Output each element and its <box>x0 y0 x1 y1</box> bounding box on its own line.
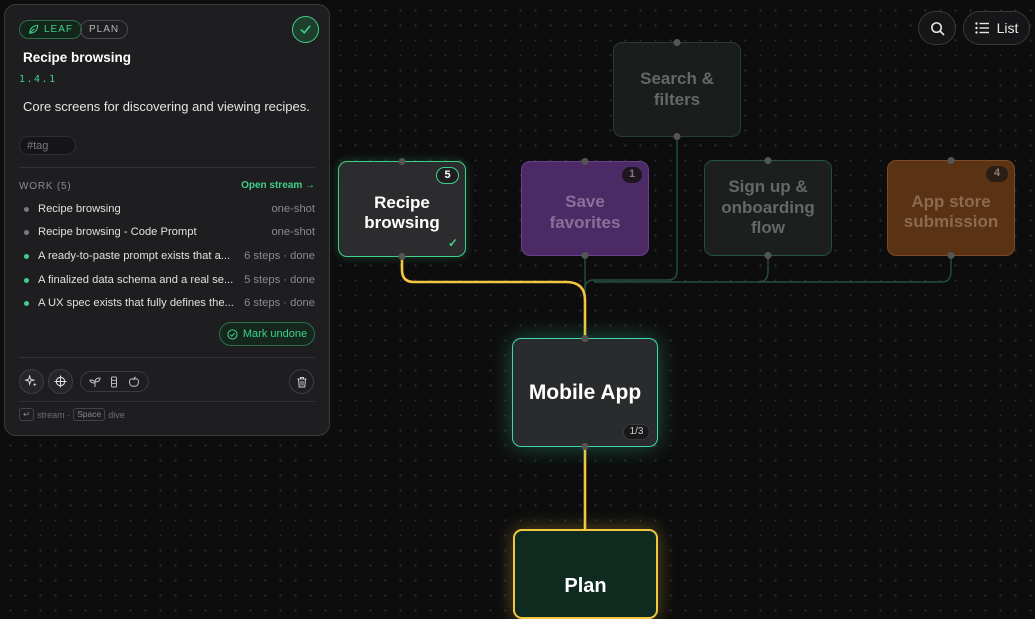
node-mobile-app[interactable]: Mobile App 1/3 <box>512 335 658 450</box>
work-count-badge: 5 <box>436 167 459 184</box>
work-count-badge: 4 <box>986 166 1008 182</box>
node-port <box>398 158 406 165</box>
node-port <box>581 335 589 342</box>
check-icon <box>300 25 311 34</box>
status-dot <box>24 300 29 306</box>
node-port <box>581 252 589 259</box>
work-item-meta: 6 steps · done <box>244 250 315 262</box>
apple-icon[interactable] <box>128 376 140 388</box>
node-port <box>947 157 955 164</box>
mark-undone-label: Mark undone <box>242 328 308 340</box>
tool-group <box>80 371 149 392</box>
work-item-text: A UX spec exists that fully defines the.… <box>38 297 234 309</box>
search-button[interactable] <box>918 11 956 45</box>
divider <box>19 401 315 402</box>
panel-description: Core screens for discovering and viewing… <box>23 99 310 114</box>
branch-button[interactable] <box>48 369 73 394</box>
plan-chip[interactable]: PLAN <box>80 20 129 39</box>
space-key: Space <box>73 408 106 421</box>
node-app-store-submission[interactable]: App store submission 4 <box>887 157 1015 259</box>
work-item-text: Recipe browsing <box>38 203 121 215</box>
done-check-icon: ✓ <box>447 235 458 250</box>
node-signup-onboarding[interactable]: Sign up & onboarding flow <box>704 157 832 259</box>
hint-dive: dive <box>108 409 125 420</box>
status-dot <box>24 206 29 212</box>
divider <box>19 167 315 168</box>
open-stream-link[interactable]: Open stream → <box>241 180 315 191</box>
node-label: Save favorites <box>549 192 621 232</box>
node-port <box>581 158 589 165</box>
divider <box>19 357 315 358</box>
node-port <box>673 39 681 46</box>
node-label: Search & filters <box>640 69 714 109</box>
leaf-chip: LEAF <box>19 20 83 39</box>
work-item-text: A ready-to-paste prompt exists that a... <box>38 250 231 262</box>
panel-title: Recipe browsing <box>23 50 132 65</box>
work-item-meta: one-shot <box>271 226 315 238</box>
node-port <box>398 253 406 260</box>
hint-stream: stream · <box>37 409 71 420</box>
work-header: WORK (5) <box>19 181 72 192</box>
status-dot <box>24 277 29 283</box>
work-item-meta: 6 steps · done <box>244 297 315 309</box>
list-view-button[interactable]: List <box>963 11 1030 45</box>
node-plan[interactable]: Plan <box>513 529 658 619</box>
active-edge-recipe <box>400 257 587 340</box>
search-icon <box>930 21 944 35</box>
delete-button[interactable] <box>289 369 314 394</box>
node-port <box>764 157 772 164</box>
grid-icon[interactable] <box>108 376 120 388</box>
work-item-text: Recipe browsing - Code Prompt <box>38 226 197 238</box>
sparkle-icon <box>25 375 37 387</box>
keyboard-hint: ↵ stream · Space dive <box>19 408 125 421</box>
work-item-text: A finalized data schema and a real se... <box>38 274 234 286</box>
status-dot <box>24 253 29 259</box>
status-dot <box>24 229 29 235</box>
work-item[interactable]: A ready-to-paste prompt exists that a...… <box>19 246 315 266</box>
progress-badge: 1/3 <box>623 424 650 440</box>
node-recipe-browsing[interactable]: Recipe browsing 5 ✓ <box>338 158 466 260</box>
node-id: 1.4.1 <box>19 74 57 85</box>
list-icon <box>974 22 989 34</box>
node-port <box>764 252 772 259</box>
work-item[interactable]: A UX spec exists that fully defines the.… <box>19 293 315 313</box>
node-label: Sign up & onboarding flow <box>721 177 815 238</box>
node-port <box>947 252 955 259</box>
sparkle-button[interactable] <box>19 369 44 394</box>
trash-icon <box>297 376 306 387</box>
node-search-filters[interactable]: Search & filters <box>613 39 741 140</box>
node-save-favorites[interactable]: Save favorites 1 <box>521 158 649 259</box>
list-label: List <box>996 20 1019 36</box>
node-label: Mobile App <box>528 380 642 404</box>
node-label: Recipe browsing <box>364 192 440 232</box>
work-item-meta: 5 steps · done <box>244 274 315 286</box>
enter-key-icon: ↵ <box>19 408 35 421</box>
node-port <box>673 133 681 140</box>
leaf-icon <box>29 24 39 34</box>
sprout-icon[interactable] <box>89 376 101 388</box>
crosshair-icon <box>54 375 67 388</box>
mark-undone-button[interactable]: Mark undone <box>219 322 315 346</box>
work-item-meta: one-shot <box>271 203 315 215</box>
plan-chip-label: PLAN <box>89 24 120 35</box>
work-item[interactable]: A finalized data schema and a real se...… <box>19 270 315 290</box>
node-label: App store submission <box>903 191 999 231</box>
mark-done-button[interactable] <box>292 16 319 43</box>
node-detail-panel: LEAF PLAN Recipe browsing 1.4.1 Core scr… <box>4 4 330 436</box>
leaf-chip-label: LEAF <box>44 24 74 35</box>
work-item[interactable]: Recipe browsing one-shot <box>19 199 315 219</box>
tag-input[interactable] <box>19 136 76 155</box>
node-label: Plan <box>564 575 607 597</box>
node-port <box>581 443 589 450</box>
circle-check-icon <box>227 328 238 340</box>
work-count-badge: 1 <box>622 167 642 183</box>
work-item[interactable]: Recipe browsing - Code Prompt one-shot <box>19 222 315 242</box>
